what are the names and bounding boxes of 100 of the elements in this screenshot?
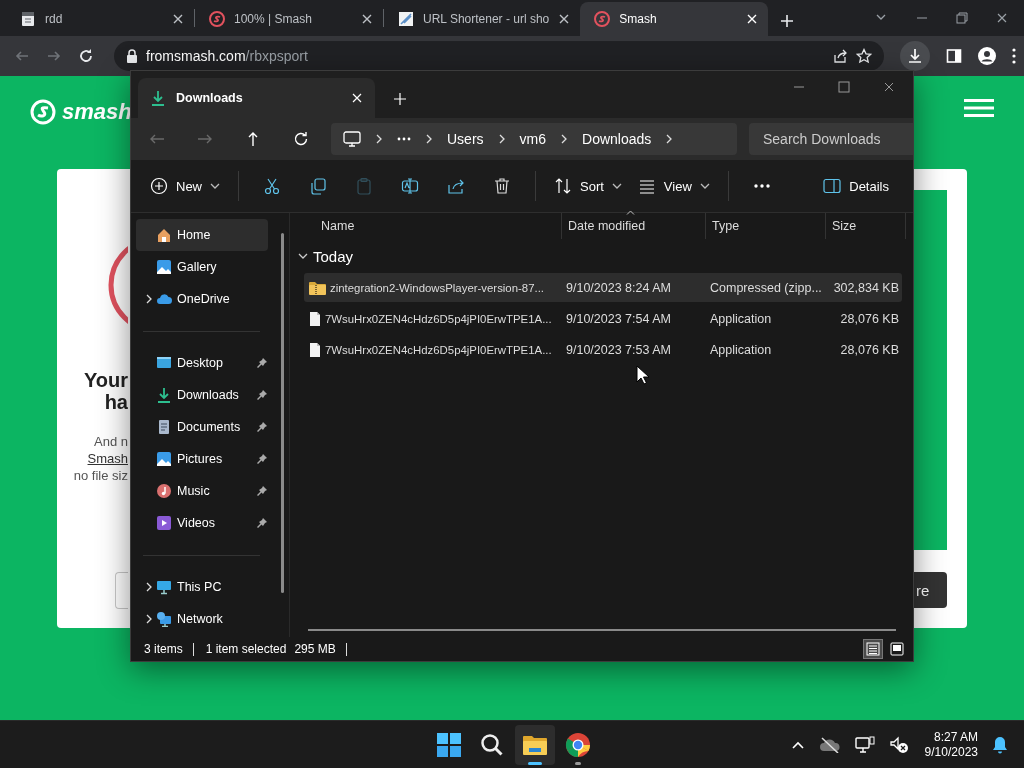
refresh-icon[interactable] <box>293 131 309 147</box>
column-header[interactable]: Name <box>309 213 562 239</box>
list-view-icon <box>637 177 656 195</box>
sidebar-item[interactable]: Desktop <box>136 347 268 379</box>
hamburger-menu-icon[interactable] <box>964 99 994 117</box>
logo-icon <box>30 99 56 125</box>
sidebar-item[interactable]: Pictures <box>136 443 268 475</box>
close-icon[interactable] <box>996 12 1008 24</box>
url-host: fromsmash.com <box>146 48 246 64</box>
date-cell-text: 9/10/2023 7:53 AM <box>565 342 672 357</box>
sidebar-item[interactable]: Network <box>136 603 268 635</box>
file-row[interactable]: 7WsuHrx0ZEN4cHdz6D5p4jPI0ErwTPE1A... 9/10/2023 7:54 AM Application 28,076 KB <box>304 304 902 333</box>
search-field[interactable]: Search Downloads <box>749 123 913 155</box>
sidebar-item[interactable]: Gallery <box>136 251 268 283</box>
sidebar-item[interactable]: Home <box>136 219 268 251</box>
sort-icon <box>554 177 572 195</box>
heading-text: Your <box>83 369 128 391</box>
sidebar-item[interactable]: Downloads <box>136 379 268 411</box>
close-icon[interactable] <box>172 13 184 25</box>
link[interactable]: Smash <box>87 450 128 467</box>
sidebar-item[interactable]: OneDrive <box>136 283 268 315</box>
music-note-icon <box>156 483 172 499</box>
monitor-icon <box>156 355 172 371</box>
column-header[interactable]: Size <box>826 213 906 239</box>
side-panel-icon[interactable] <box>946 48 962 64</box>
menu-button[interactable]: Sort <box>546 169 630 203</box>
monitor-icon[interactable] <box>343 131 361 147</box>
chevron-right-icon[interactable] <box>144 294 154 304</box>
file-icon <box>309 310 321 327</box>
bell-icon[interactable] <box>992 735 1008 754</box>
chevron-right-icon[interactable] <box>144 582 154 592</box>
menu-button[interactable]: View <box>629 169 718 203</box>
lock-icon <box>126 49 138 63</box>
share-icon[interactable] <box>832 48 848 64</box>
details-button[interactable]: Details <box>815 169 897 203</box>
size-cell-text: 28,076 KB <box>839 311 900 326</box>
zip-folder-icon <box>309 280 326 295</box>
quill-icon <box>398 11 414 27</box>
body-text: no file siz <box>73 467 128 484</box>
size-cell-text: 28,076 KB <box>839 342 900 357</box>
ellipsis-icon <box>753 184 770 188</box>
logo-text: smash <box>62 99 132 125</box>
file-row[interactable]: 7WsuHrx0ZEN4cHdz6D5p4jPI0ErwTPE1A... 9/10/2023 7:53 AM Application 28,076 KB <box>304 335 902 364</box>
body-text: And n <box>94 433 128 450</box>
clock-time[interactable]: 8:27 AM <box>933 729 978 745</box>
sidebar-item[interactable]: Videos <box>136 507 268 539</box>
speaker-muted-icon[interactable] <box>888 735 909 754</box>
chevron-down-icon[interactable] <box>298 251 308 261</box>
plus-icon[interactable] <box>780 14 795 28</box>
close-icon[interactable] <box>361 13 373 25</box>
browser-tab[interactable]: 100% | Smash <box>195 2 383 36</box>
sidebar-item[interactable]: Documents <box>136 411 268 443</box>
folder-button[interactable] <box>514 724 555 765</box>
image-icon <box>156 451 172 467</box>
share-icon <box>447 177 465 195</box>
date-cell-text: 9/10/2023 7:54 AM <box>565 311 672 326</box>
status-text: 3 items <box>144 642 183 656</box>
download-button[interactable] <box>900 41 930 71</box>
heading-text: ha <box>104 391 128 413</box>
chevron-right-icon[interactable] <box>144 614 154 624</box>
sidebar-item[interactable]: This PC <box>136 571 268 603</box>
browser-tab[interactable]: rdd <box>6 2 194 36</box>
network-icon[interactable] <box>854 735 875 754</box>
breadcrumb-bar[interactable]: Users vm6 Downloads <box>331 123 737 155</box>
scrollbar[interactable] <box>281 233 284 593</box>
column-header[interactable]: Type <box>706 213 826 239</box>
breadcrumb-item[interactable]: Users <box>447 131 484 147</box>
browser-tab[interactable]: URL Shortener - url sho <box>384 2 581 36</box>
view-toggle[interactable] <box>887 639 907 659</box>
menu-dots-icon[interactable] <box>1012 48 1016 64</box>
status-text: 295 MB <box>294 642 336 656</box>
menu-button[interactable]: New <box>142 169 228 203</box>
browser-tab[interactable]: Smash <box>580 2 769 36</box>
file-row[interactable]: zintegration2-WindowsPlayer-version-87... 9/10/2023 8:24 AM Compressed (zipp... 302,834 KB <box>304 273 902 302</box>
clock-date[interactable]: 9/10/2023 <box>924 744 978 760</box>
reload-icon[interactable] <box>78 48 94 64</box>
column-header[interactable]: Date modified <box>562 213 706 239</box>
cloud-off-icon[interactable] <box>818 736 841 753</box>
cloud-icon <box>156 291 172 307</box>
restore-icon[interactable] <box>956 12 968 24</box>
close-icon[interactable] <box>746 13 759 25</box>
page-icon <box>20 11 36 27</box>
address-field[interactable]: fromsmash.com/rbxpsport <box>114 41 884 71</box>
download-icon <box>150 90 166 106</box>
breadcrumb-item[interactable]: Downloads <box>582 131 652 147</box>
sidebar-item[interactable]: Music <box>136 475 268 507</box>
download-icon <box>156 387 172 403</box>
maximize-icon[interactable] <box>838 81 850 93</box>
ellipsis-icon[interactable] <box>397 137 411 141</box>
explorer-tab[interactable]: Downloads <box>138 78 375 118</box>
scrollbar[interactable] <box>308 629 896 631</box>
breadcrumb-item[interactable]: vm6 <box>519 131 546 147</box>
profile-icon[interactable] <box>978 47 996 65</box>
chevron-right-icon <box>424 134 434 144</box>
view-toggle[interactable] <box>863 639 883 659</box>
dark-button[interactable]: re <box>913 572 947 608</box>
swirl-icon <box>209 11 225 27</box>
star-icon[interactable] <box>856 48 872 64</box>
url-path: /rbxpsport <box>245 48 308 64</box>
close-icon[interactable] <box>558 13 571 25</box>
